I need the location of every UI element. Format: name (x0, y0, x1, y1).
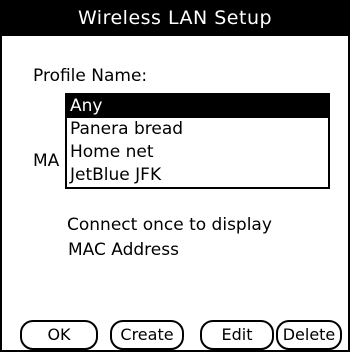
connect-instruction-line2: MAC Address (68, 240, 179, 260)
ok-button[interactable]: OK (20, 320, 98, 350)
profile-option-panera-bread[interactable]: Panera bread (67, 118, 328, 141)
wireless-lan-setup-dialog: Wireless LAN Setup Profile Name: MA Conn… (0, 0, 350, 352)
connect-instruction-line1: Connect once to display (67, 215, 272, 235)
dialog-title: Wireless LAN Setup (2, 0, 348, 36)
mac-address-label: MA (33, 151, 60, 171)
profile-name-label: Profile Name: (33, 66, 148, 86)
profile-option-any[interactable]: Any (67, 95, 328, 118)
edit-button[interactable]: Edit (200, 320, 274, 350)
profile-option-home-net[interactable]: Home net (67, 141, 328, 164)
button-row: OK Create Edit Delete (20, 320, 342, 350)
profile-option-jetblue-jfk[interactable]: JetBlue JFK (67, 164, 328, 187)
profile-name-dropdown-list[interactable]: Any Panera bread Home net JetBlue JFK (65, 93, 330, 189)
delete-button[interactable]: Delete (276, 320, 342, 350)
create-button[interactable]: Create (110, 320, 184, 350)
